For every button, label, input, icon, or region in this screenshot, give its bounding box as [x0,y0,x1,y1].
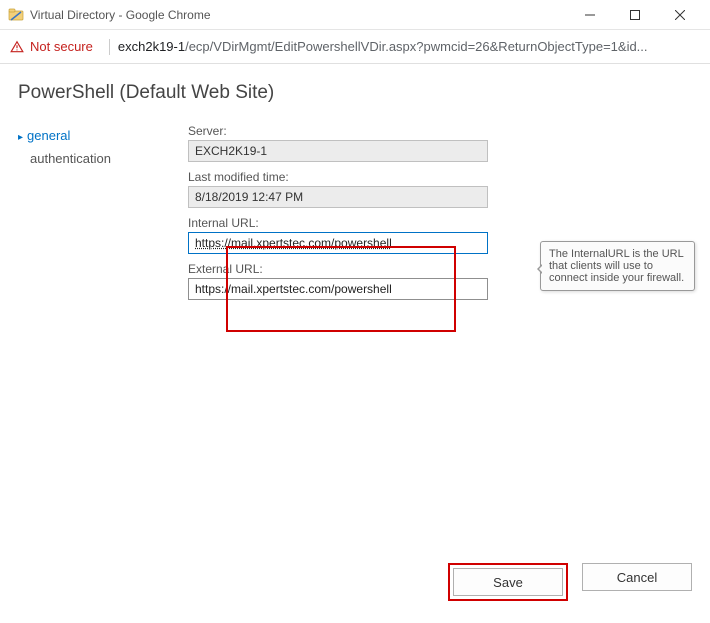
modified-value: 8/18/2019 12:47 PM [188,186,488,208]
server-value: EXCH2K19-1 [188,140,488,162]
window-maximize-button[interactable] [612,1,657,29]
save-button[interactable]: Save [453,568,563,596]
address-divider [109,39,110,55]
window-controls [567,1,702,29]
address-path: /ecp/VDirMgmt/EditPowershellVDir.aspx?pw… [185,39,647,54]
window-title: Virtual Directory - Google Chrome [30,8,567,22]
server-label: Server: [188,124,692,138]
address-host: exch2k19-1 [118,39,185,54]
sidebar-item-authentication[interactable]: authentication [18,147,188,170]
sidebar-item-general[interactable]: general [18,124,188,147]
not-secure-indicator[interactable]: Not secure [10,39,93,54]
cancel-button[interactable]: Cancel [582,563,692,591]
sidebar: general authentication [18,118,188,308]
window-minimize-button[interactable] [567,1,612,29]
highlight-save-button: Save [448,563,568,601]
not-secure-label: Not secure [30,39,93,54]
internal-url-input[interactable] [188,232,488,254]
window-titlebar: Virtual Directory - Google Chrome [0,0,710,30]
window-close-button[interactable] [657,1,702,29]
modified-label: Last modified time: [188,170,692,184]
tooltip-text: The InternalURL is the URL that clients … [549,248,684,284]
internal-url-tooltip: The InternalURL is the URL that clients … [540,241,695,291]
warning-icon [10,40,24,54]
footer-buttons: Save Cancel [448,563,692,601]
internal-url-label: Internal URL: [188,216,692,230]
page-title: PowerShell (Default Web Site) [18,82,692,104]
external-url-input[interactable] [188,278,488,300]
browser-address-bar: Not secure exch2k19-1/ecp/VDirMgmt/EditP… [0,30,710,64]
app-icon [8,7,24,23]
address-url[interactable]: exch2k19-1/ecp/VDirMgmt/EditPowershellVD… [118,39,648,54]
